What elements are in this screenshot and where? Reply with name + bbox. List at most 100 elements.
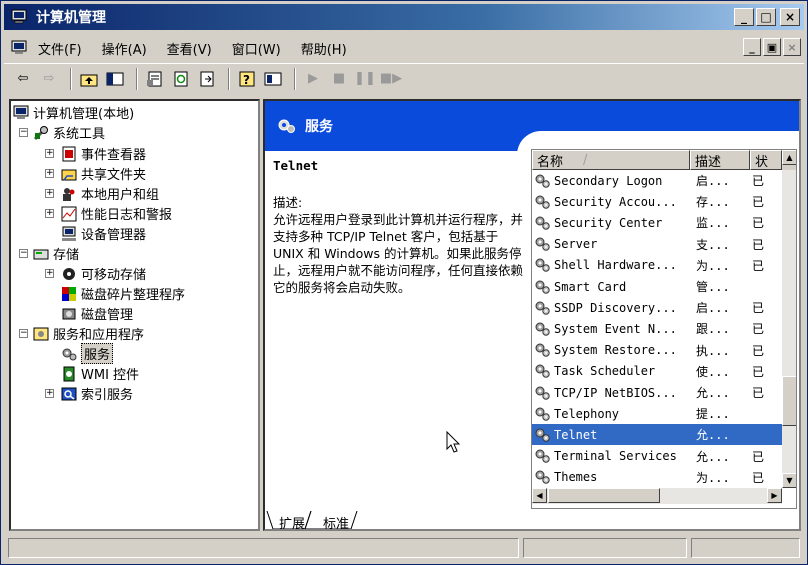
up-folder-icon[interactable] <box>78 68 100 90</box>
tree-item-services-and-apps[interactable]: 服务和应用程序 <box>33 324 144 343</box>
service-row[interactable]: Task Scheduler 使... 已 <box>532 361 782 382</box>
tree-item-label: 存储 <box>53 248 80 263</box>
back-icon[interactable]: ⇦ <box>12 68 34 90</box>
forward-icon[interactable]: ⇨ <box>38 68 60 90</box>
minimize-button[interactable]: _ <box>734 8 754 26</box>
expander-event-viewer[interactable]: + <box>45 149 54 158</box>
service-row[interactable]: TCP/IP NetBIOS... 允... 已 <box>532 382 782 403</box>
service-name-cell: System Event N... <box>532 321 690 337</box>
mdi-minimize-button[interactable]: _ <box>743 38 761 56</box>
tree-item-shared-folders[interactable]: 共享文件夹 <box>61 164 146 183</box>
mdi-restore-button[interactable]: ▣ <box>763 38 781 56</box>
help-icon[interactable]: ? <box>236 68 258 90</box>
tree-item-local-users[interactable]: 本地用户和组 <box>61 184 159 203</box>
properties-icon[interactable] <box>144 68 166 90</box>
service-row[interactable]: Themes 为... 已 <box>532 467 782 488</box>
tree-item-indexing-service[interactable]: 索引服务 <box>61 384 133 403</box>
view-tabs: 扩展 标准 <box>265 511 799 530</box>
tree-item-storage[interactable]: 存储 <box>33 244 79 263</box>
service-row[interactable]: Server 支... 已 <box>532 234 782 255</box>
refresh-icon[interactable] <box>170 68 192 90</box>
menu-action[interactable]: 操作(A) <box>102 39 147 58</box>
mdi-close-button[interactable]: × <box>783 38 801 56</box>
service-row[interactable]: Telnet 允... <box>532 424 782 446</box>
service-desc-cell: 启... <box>696 174 730 188</box>
service-row[interactable]: Terminal Services 允... 已 <box>532 446 782 467</box>
maximize-button[interactable]: □ <box>756 8 776 26</box>
service-desc-cell: 提... <box>696 407 730 422</box>
expander-performance-logs[interactable]: + <box>45 209 54 218</box>
scroll-thumb[interactable] <box>782 376 796 426</box>
tree-item-wmi-control[interactable]: WMI 控件 <box>61 364 139 383</box>
horizontal-scrollbar[interactable]: ◀ ▶ <box>532 488 782 504</box>
scroll-left-button[interactable]: ◀ <box>532 488 547 503</box>
console-icon[interactable] <box>262 68 284 90</box>
expander-indexing-service[interactable]: + <box>45 389 54 398</box>
expander-local-users[interactable]: + <box>45 189 54 198</box>
menu-file[interactable]: 文件(F) <box>38 39 82 58</box>
service-row[interactable]: Security Accou... 存... 已 <box>532 191 782 212</box>
gear-icon <box>535 364 550 378</box>
restart-service-icon[interactable]: ■▶ <box>380 68 402 90</box>
disk-management-icon <box>62 308 76 319</box>
scroll-right-button[interactable]: ▶ <box>767 488 782 503</box>
close-button[interactable]: × <box>780 8 800 26</box>
gear-icon <box>535 428 550 442</box>
service-description-panel: Telnet 描述: 允许远程用户登录到此计算机并运行程序，并支持多种 TCP/… <box>273 157 525 296</box>
show-hide-tree-icon[interactable] <box>104 68 126 90</box>
expander-shared-folders[interactable]: + <box>45 169 54 178</box>
tab-standard[interactable]: 标准 <box>319 513 353 530</box>
toolbar: ⇦ ⇨ ? ▶ ■ ❚❚ ■▶ <box>4 63 804 93</box>
status-pane-3 <box>690 538 800 558</box>
tree-item-event-viewer[interactable]: 事件查看器 <box>61 144 146 163</box>
stop-service-icon[interactable]: ■ <box>328 68 350 90</box>
export-list-icon[interactable] <box>196 68 218 90</box>
title-bar[interactable]: 计算机管理 _ □ × <box>4 4 804 30</box>
scroll-up-button[interactable]: ▲ <box>782 150 796 165</box>
column-header-name[interactable]: 名称 / <box>532 150 690 170</box>
service-row[interactable]: Shell Hardware... 为... 已 <box>532 255 782 276</box>
menu-window[interactable]: 窗口(W) <box>232 39 281 58</box>
tree-item-device-manager[interactable]: 设备管理器 <box>61 224 146 243</box>
menu-view[interactable]: 查看(V) <box>167 39 212 58</box>
tree-item-label: 系统工具 <box>53 127 106 142</box>
service-row[interactable]: Security Center 监... 已 <box>532 212 782 233</box>
service-row[interactable]: SSDP Discovery... 启... 已 <box>532 297 782 318</box>
tree-root[interactable]: 计算机管理(本地) <box>13 103 134 122</box>
service-row[interactable]: Secondary Logon 启... 已 <box>532 170 782 191</box>
tree-item-label: 共享文件夹 <box>81 168 147 183</box>
service-row[interactable]: System Restore... 执... 已 <box>532 340 782 361</box>
service-name: Telnet <box>273 158 319 173</box>
tree-item-performance-logs[interactable]: 性能日志和警报 <box>61 204 172 223</box>
tab-extended[interactable]: 扩展 <box>275 513 309 530</box>
tree-item-removable-storage[interactable]: 可移动存储 <box>61 264 146 283</box>
tree-item-system-tools[interactable]: 系统工具 <box>33 123 105 142</box>
menu-help[interactable]: 帮助(H) <box>301 39 347 58</box>
column-header-description[interactable]: 描述 <box>690 150 750 170</box>
start-service-icon[interactable]: ▶ <box>302 68 324 90</box>
service-desc-cell: 允... <box>696 428 730 443</box>
mouse-cursor-icon <box>446 431 461 453</box>
tree-item-disk-defragmenter[interactable]: 磁盘碎片整理程序 <box>61 284 185 303</box>
tree-item-services[interactable]: 服务 <box>61 343 114 364</box>
tree-item-label: 服务 <box>81 343 114 364</box>
expander-services-apps[interactable]: − <box>19 329 28 338</box>
service-name: Secondary Logon <box>554 173 663 188</box>
pause-service-icon[interactable]: ❚❚ <box>354 68 376 90</box>
expander-storage[interactable]: − <box>19 249 28 258</box>
expander-removable-storage[interactable]: + <box>45 269 54 278</box>
vertical-scrollbar[interactable]: ▲ ▼ <box>782 150 796 488</box>
column-header-status[interactable]: 状 <box>750 150 782 170</box>
hscroll-thumb[interactable] <box>548 488 660 503</box>
service-row[interactable]: Smart Card 管... <box>532 276 782 297</box>
service-row[interactable]: Telephony 提... <box>532 403 782 424</box>
gear-icon <box>535 258 550 272</box>
status-pane-2 <box>523 538 687 558</box>
service-desc-cell: 为... <box>696 258 730 273</box>
console-menu-icon[interactable] <box>10 40 28 56</box>
scroll-down-button[interactable]: ▼ <box>782 473 796 488</box>
tree-item-disk-management[interactable]: 磁盘管理 <box>61 304 133 323</box>
service-desc-cell: 支... <box>696 237 730 252</box>
service-row[interactable]: System Event N... 跟... 已 <box>532 318 782 339</box>
expander-system-tools[interactable]: − <box>19 128 28 137</box>
